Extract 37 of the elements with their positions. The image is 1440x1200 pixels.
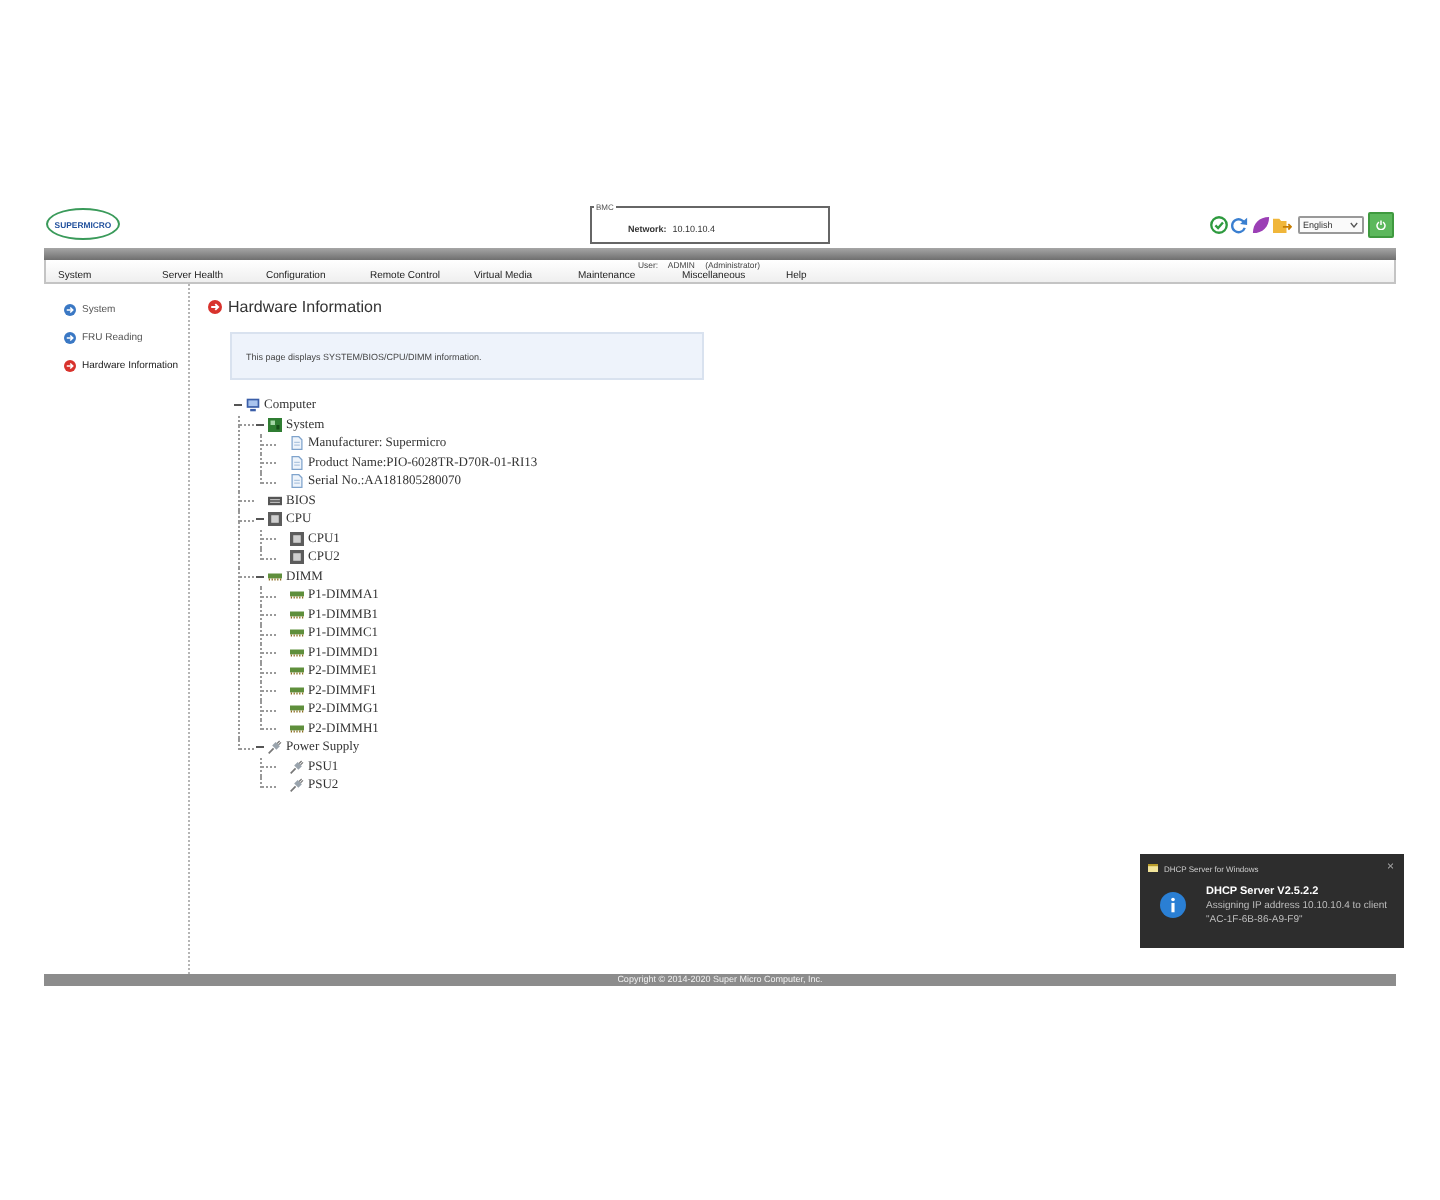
minus-icon[interactable] <box>256 423 264 426</box>
memory-stick-icon <box>290 721 304 736</box>
minus-icon[interactable] <box>234 404 242 407</box>
document-icon <box>290 436 304 451</box>
minus-icon[interactable] <box>256 518 264 521</box>
power-button[interactable] <box>1368 211 1394 237</box>
memory-stick-icon <box>290 683 304 698</box>
arrow-circle-icon <box>64 332 76 344</box>
leaf-icon[interactable] <box>1251 215 1269 233</box>
folder-icon[interactable] <box>1272 215 1292 233</box>
document-icon <box>290 455 304 470</box>
circuit-board-icon <box>268 417 282 432</box>
power-icon <box>1376 219 1386 229</box>
minus-icon[interactable] <box>256 575 264 578</box>
memory-stick-icon <box>290 664 304 679</box>
memory-stick-icon <box>268 569 282 584</box>
minus-icon[interactable] <box>256 746 264 749</box>
memory-stick-icon <box>290 626 304 641</box>
plug-icon <box>290 759 304 774</box>
arrow-circle-icon <box>64 304 76 316</box>
chip-icon <box>268 493 282 508</box>
plug-icon <box>290 778 304 793</box>
info-icon <box>1160 892 1186 918</box>
caret-icon <box>1349 221 1357 227</box>
memory-stick-icon <box>290 588 304 603</box>
refresh-icon[interactable] <box>1230 215 1248 233</box>
document-icon <box>290 474 304 489</box>
monitor-icon <box>246 398 260 413</box>
arrow-circle-icon <box>208 299 222 313</box>
memory-stick-icon <box>290 607 304 622</box>
check-circle-icon[interactable] <box>1209 215 1227 233</box>
arrow-circle-icon <box>64 360 76 372</box>
page-title: Hardware Information <box>228 297 382 315</box>
memory-stick-icon <box>290 645 304 660</box>
app-icon <box>1148 864 1158 872</box>
memory-stick-icon <box>290 702 304 717</box>
plug-icon <box>268 740 282 755</box>
